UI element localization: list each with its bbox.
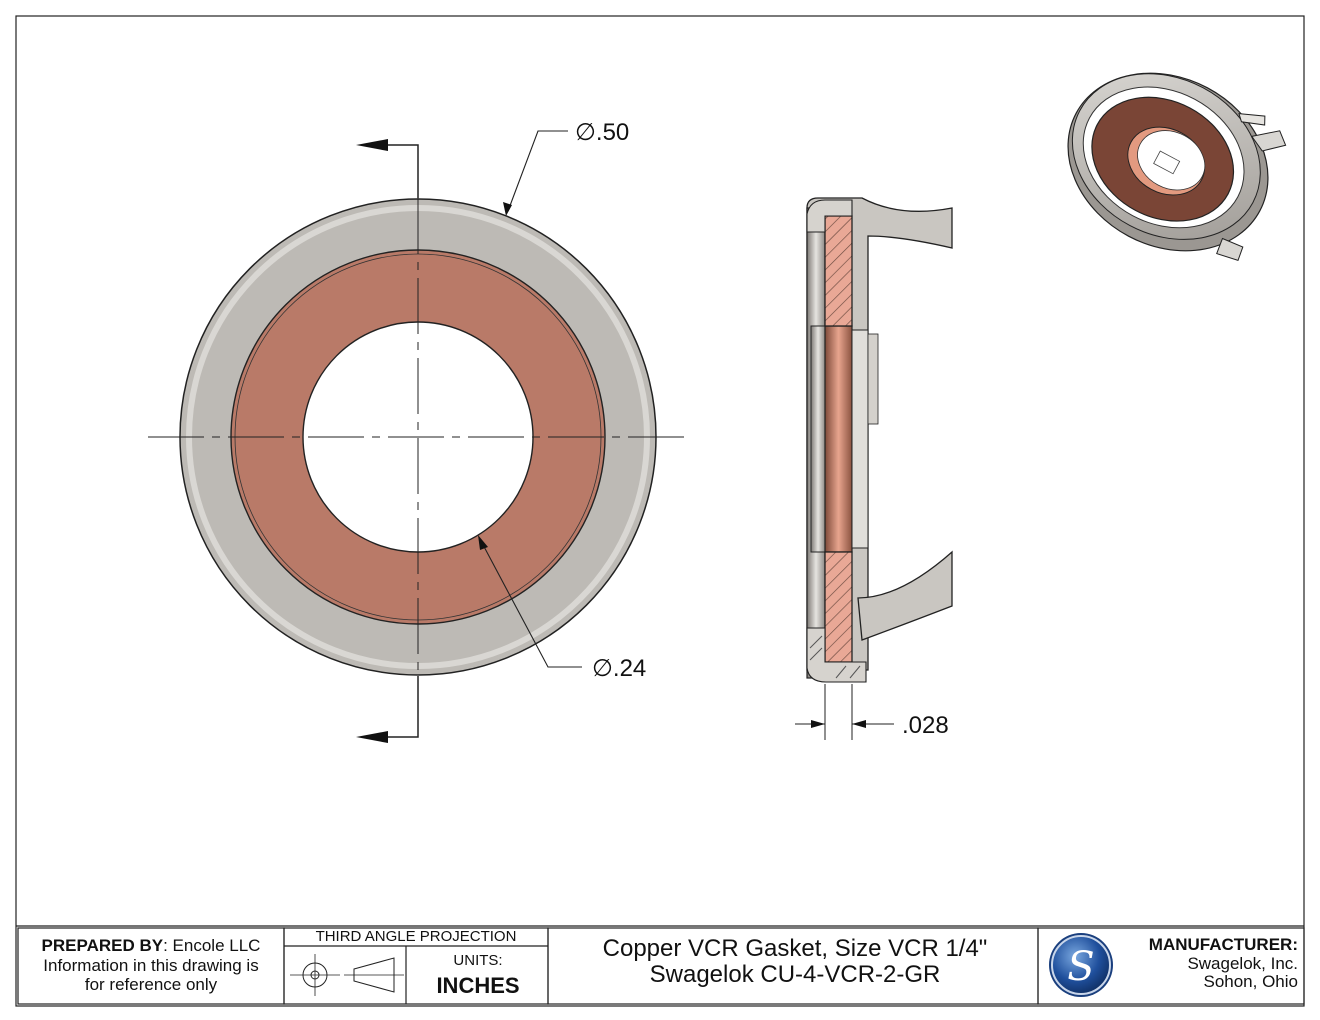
drawing-title-line-2: Swagelok CU-4-VCR-2-GR bbox=[649, 961, 941, 989]
gasket-section-top bbox=[824, 215, 853, 327]
section-arrow-bottom bbox=[356, 731, 388, 743]
manufacturer-label: MANUFACTURER: bbox=[1148, 935, 1298, 954]
section-line-bottom bbox=[384, 676, 419, 738]
svg-text:S: S bbox=[1067, 944, 1094, 990]
swagelok-logo: S bbox=[1049, 933, 1113, 997]
thickness-dimension: .028 bbox=[902, 712, 949, 739]
disclaimer-line-1: Information in this drawing is bbox=[43, 955, 259, 975]
section-arrow-top bbox=[356, 139, 388, 151]
gasket-section-bottom bbox=[824, 551, 853, 663]
od-leader bbox=[507, 130, 568, 212]
units-value: INCHES bbox=[436, 973, 520, 998]
disclaimer-line-2: for reference only bbox=[84, 975, 218, 995]
section-line-top bbox=[384, 144, 419, 198]
drawing-title-line-1: Copper VCR Gasket, Size VCR 1/4" bbox=[602, 935, 988, 962]
prepared-by-value: : Encole LLC bbox=[163, 936, 261, 955]
front-view: ∅.50 ∅.24 bbox=[148, 119, 688, 743]
prepared-by-label: PREPARED BY bbox=[41, 936, 164, 955]
od-dimension: ∅.50 bbox=[575, 119, 629, 146]
isometric-view bbox=[1067, 72, 1287, 262]
manufacturer: MANUFACTURER: Swagelok, Inc. Sohon, Ohio bbox=[1120, 935, 1298, 992]
section-view: .028 bbox=[795, 197, 953, 740]
gasket-bore-band bbox=[824, 325, 853, 553]
manufacturer-location: Sohon, Ohio bbox=[1203, 972, 1298, 992]
manufacturer-name: Swagelok, Inc. bbox=[1187, 953, 1298, 973]
drawing-title: Copper VCR Gasket, Size VCR 1/4" Swagelo… bbox=[550, 935, 1040, 989]
prepared-by: PREPARED BY: Encole LLC Information in t… bbox=[18, 936, 284, 995]
units-label: UNITS: bbox=[453, 952, 503, 969]
drawing-sheet: ∅.50 ∅.24 .028 S bbox=[15, 15, 1305, 1007]
id-dimension: ∅.24 bbox=[592, 655, 646, 682]
projection-title: THIRD ANGLE PROJECTION bbox=[315, 928, 517, 945]
